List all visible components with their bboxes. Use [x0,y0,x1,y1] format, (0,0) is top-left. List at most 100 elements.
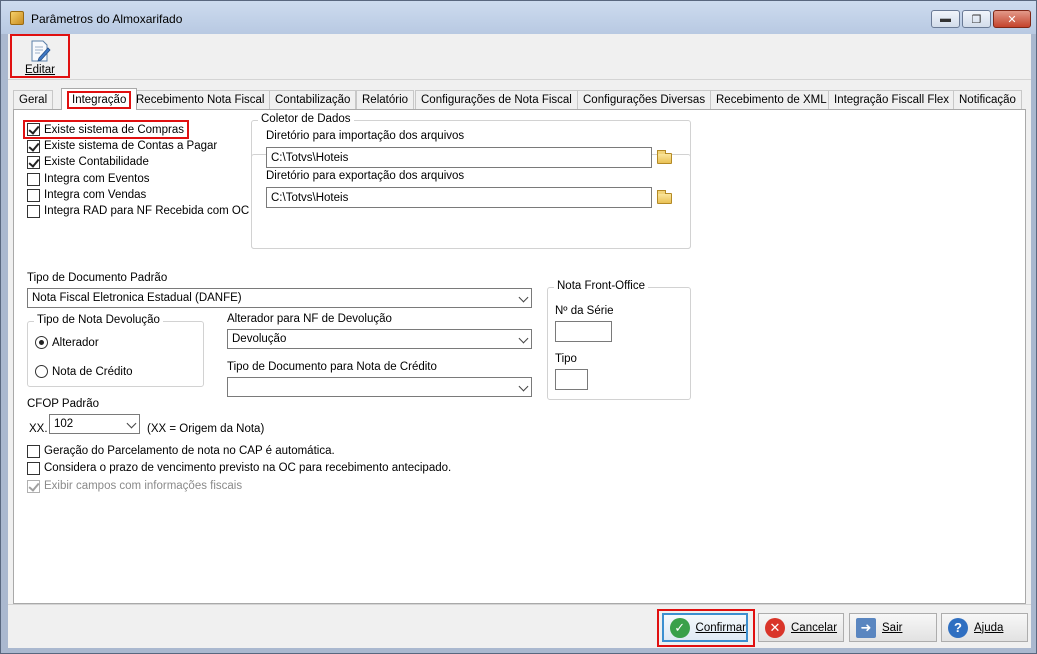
checkbox-label: Integra com Eventos [44,173,150,185]
tab-strip: Geral Integração Recebimento Nota Fiscal… [13,88,1026,110]
tipo-doc-label: Tipo de Documento Padrão [27,272,168,284]
radio-label: Alterador [52,336,99,349]
tipo-doc-credito-select[interactable] [227,377,532,397]
tab-integracao[interactable]: Integração [61,88,138,110]
folder-icon [656,149,672,164]
exit-door-icon: ➜ [856,617,876,638]
close-button[interactable]: ✕ [993,10,1031,28]
checkbox-existe-contabilidade[interactable]: Existe Contabilidade [27,154,149,170]
import-dir-input[interactable]: C:\Totvs\Hoteis [266,147,652,168]
chevron-down-icon [518,381,529,392]
tipo-input[interactable] [555,369,588,390]
help-icon: ? [948,617,968,638]
tipo-label: Tipo [555,353,577,365]
edit-icon [31,40,51,62]
cfop-hint: (XX = Origem da Nota) [147,423,265,435]
cancel-button[interactable]: ✕ Cancelar [758,613,844,642]
tipo-doc-select[interactable]: Nota Fiscal Eletronica Estadual (DANFE) [27,288,532,308]
cfop-label: CFOP Padrão [27,398,100,410]
edit-button[interactable]: Editar [10,34,70,78]
tab-recebimento-xml[interactable]: Recebimento de XML [710,90,833,109]
import-dir-browse-button[interactable] [654,148,674,168]
checkbox-integra-rad[interactable]: Integra RAD para NF Recebida com OC [27,203,249,219]
alterador-select[interactable]: Devolução [227,329,532,349]
app-window: Parâmetros do Almoxarifado ▬ ❐ ✕ Editar … [0,0,1037,654]
tab-integracao-fiscall-flex[interactable]: Integração Fiscall Flex [828,90,956,109]
export-dir-browse-button[interactable] [654,188,674,208]
chevron-down-icon [518,333,529,344]
checkbox-box [27,172,40,186]
tab-configuracoes-diversas[interactable]: Configurações Diversas [577,90,712,109]
checkbox-prazo-vencimento-oc[interactable]: Considera o prazo de vencimento previsto… [27,460,451,476]
checkbox-integra-eventos[interactable]: Integra com Eventos [27,171,149,187]
confirm-label: Confirmar [695,621,746,634]
help-label: Ajuda [974,621,1004,634]
exit-button[interactable]: ➜ Sair [849,613,937,642]
checkbox-box [27,461,40,475]
checkbox-box [27,155,40,169]
dialog-client: Editar Geral Integração Recebimento Nota… [8,34,1031,648]
tab-contabilizacao[interactable]: Contabilização [269,90,357,109]
serie-input[interactable] [555,321,612,342]
toolbar: Editar [8,34,1031,80]
checkbox-box [27,123,40,136]
tab-relatorio[interactable]: Relatório [356,90,415,109]
tab-geral[interactable]: Geral [13,90,54,109]
checkbox-label: Existe Contabilidade [44,156,149,168]
alterador-label: Alterador para NF de Devolução [227,313,392,325]
checkbox-label: Exibir campos com informações fiscais [44,480,243,492]
exit-label: Sair [882,621,903,634]
tipo-nota-devolucao-legend: Tipo de Nota Devolução [34,314,163,326]
radio-circle [35,336,48,349]
tab-integracao-label: Integração [67,90,132,109]
checkbox-integra-vendas[interactable]: Integra com Vendas [27,187,146,203]
coletor-dados-group: Coletor de Dados Diretório para importaç… [251,113,691,249]
tab-notificacao[interactable]: Notificação [953,90,1022,109]
checkbox-existe-compras[interactable]: Existe sistema de Compras [23,120,189,139]
tab-panel-integracao: Existe sistema de Compras Existe sistema… [13,109,1026,604]
confirm-button[interactable]: ✓ Confirmar [662,613,748,642]
chevron-down-icon [126,418,137,429]
checkbox-label: Existe sistema de Compras [44,123,184,136]
checkbox-existe-contas-pagar[interactable]: Existe sistema de Contas a Pagar [27,138,217,154]
cancel-icon: ✕ [765,617,785,638]
folder-icon [656,189,672,204]
radio-alterador[interactable]: Alterador [35,336,99,349]
tab-recebimento-nota-fiscal[interactable]: Recebimento Nota Fiscal [130,90,271,109]
tipo-doc-value: Nota Fiscal Eletronica Estadual (DANFE) [32,292,242,304]
checkbox-label: Integra com Vendas [44,189,147,201]
cfop-value: 102 [54,418,74,430]
checkbox-box [27,204,40,218]
minimize-button[interactable]: ▬ [931,10,960,28]
tipo-nota-devolucao-group: Tipo de Nota Devolução Alterador Nota de… [27,314,204,387]
checkbox-label: Considera o prazo de vencimento previsto… [44,462,452,474]
cfop-prefix: XX. [29,423,48,435]
tab-configuracoes-nota-fiscal[interactable]: Configurações de Nota Fiscal [415,90,578,109]
chevron-down-icon [518,292,529,303]
checkbox-box [27,479,40,493]
alterador-value: Devolução [232,333,287,345]
radio-label: Nota de Crédito [52,365,133,378]
maximize-button[interactable]: ❐ [962,10,991,28]
export-dir-input[interactable]: C:\Totvs\Hoteis [266,187,652,208]
cfop-select[interactable]: 102 [49,414,140,434]
check-icon: ✓ [670,617,690,638]
button-bar: ✓ Confirmar ✕ Cancelar ➜ Sair ? Ajuda [8,604,1031,648]
import-dir-label: Diretório para importação dos arquivos [266,130,465,142]
checkbox-label: Integra RAD para NF Recebida com OC [44,205,250,217]
cancel-label: Cancelar [791,621,838,634]
export-dir-label: Diretório para exportação dos arquivos [266,170,465,182]
radio-nota-credito[interactable]: Nota de Crédito [35,365,133,378]
checkbox-parcelamento-cap[interactable]: Geração do Parcelamento de nota no CAP é… [27,443,335,459]
front-office-legend: Nota Front-Office [554,280,648,292]
app-icon [10,11,24,25]
nota-front-office-group: Nota Front-Office Nº da Série Tipo [547,280,691,400]
checkbox-exibir-campos-fiscais: Exibir campos com informações fiscais [27,478,242,494]
checkbox-box [27,139,40,153]
tipo-doc-credito-label: Tipo de Documento para Nota de Crédito [227,361,437,373]
checkbox-label: Existe sistema de Contas a Pagar [44,140,218,152]
coletor-legend: Coletor de Dados [258,113,354,125]
help-button[interactable]: ? Ajuda [941,613,1028,642]
window-title: Parâmetros do Almoxarifado [31,12,183,26]
checkbox-box [27,444,40,458]
